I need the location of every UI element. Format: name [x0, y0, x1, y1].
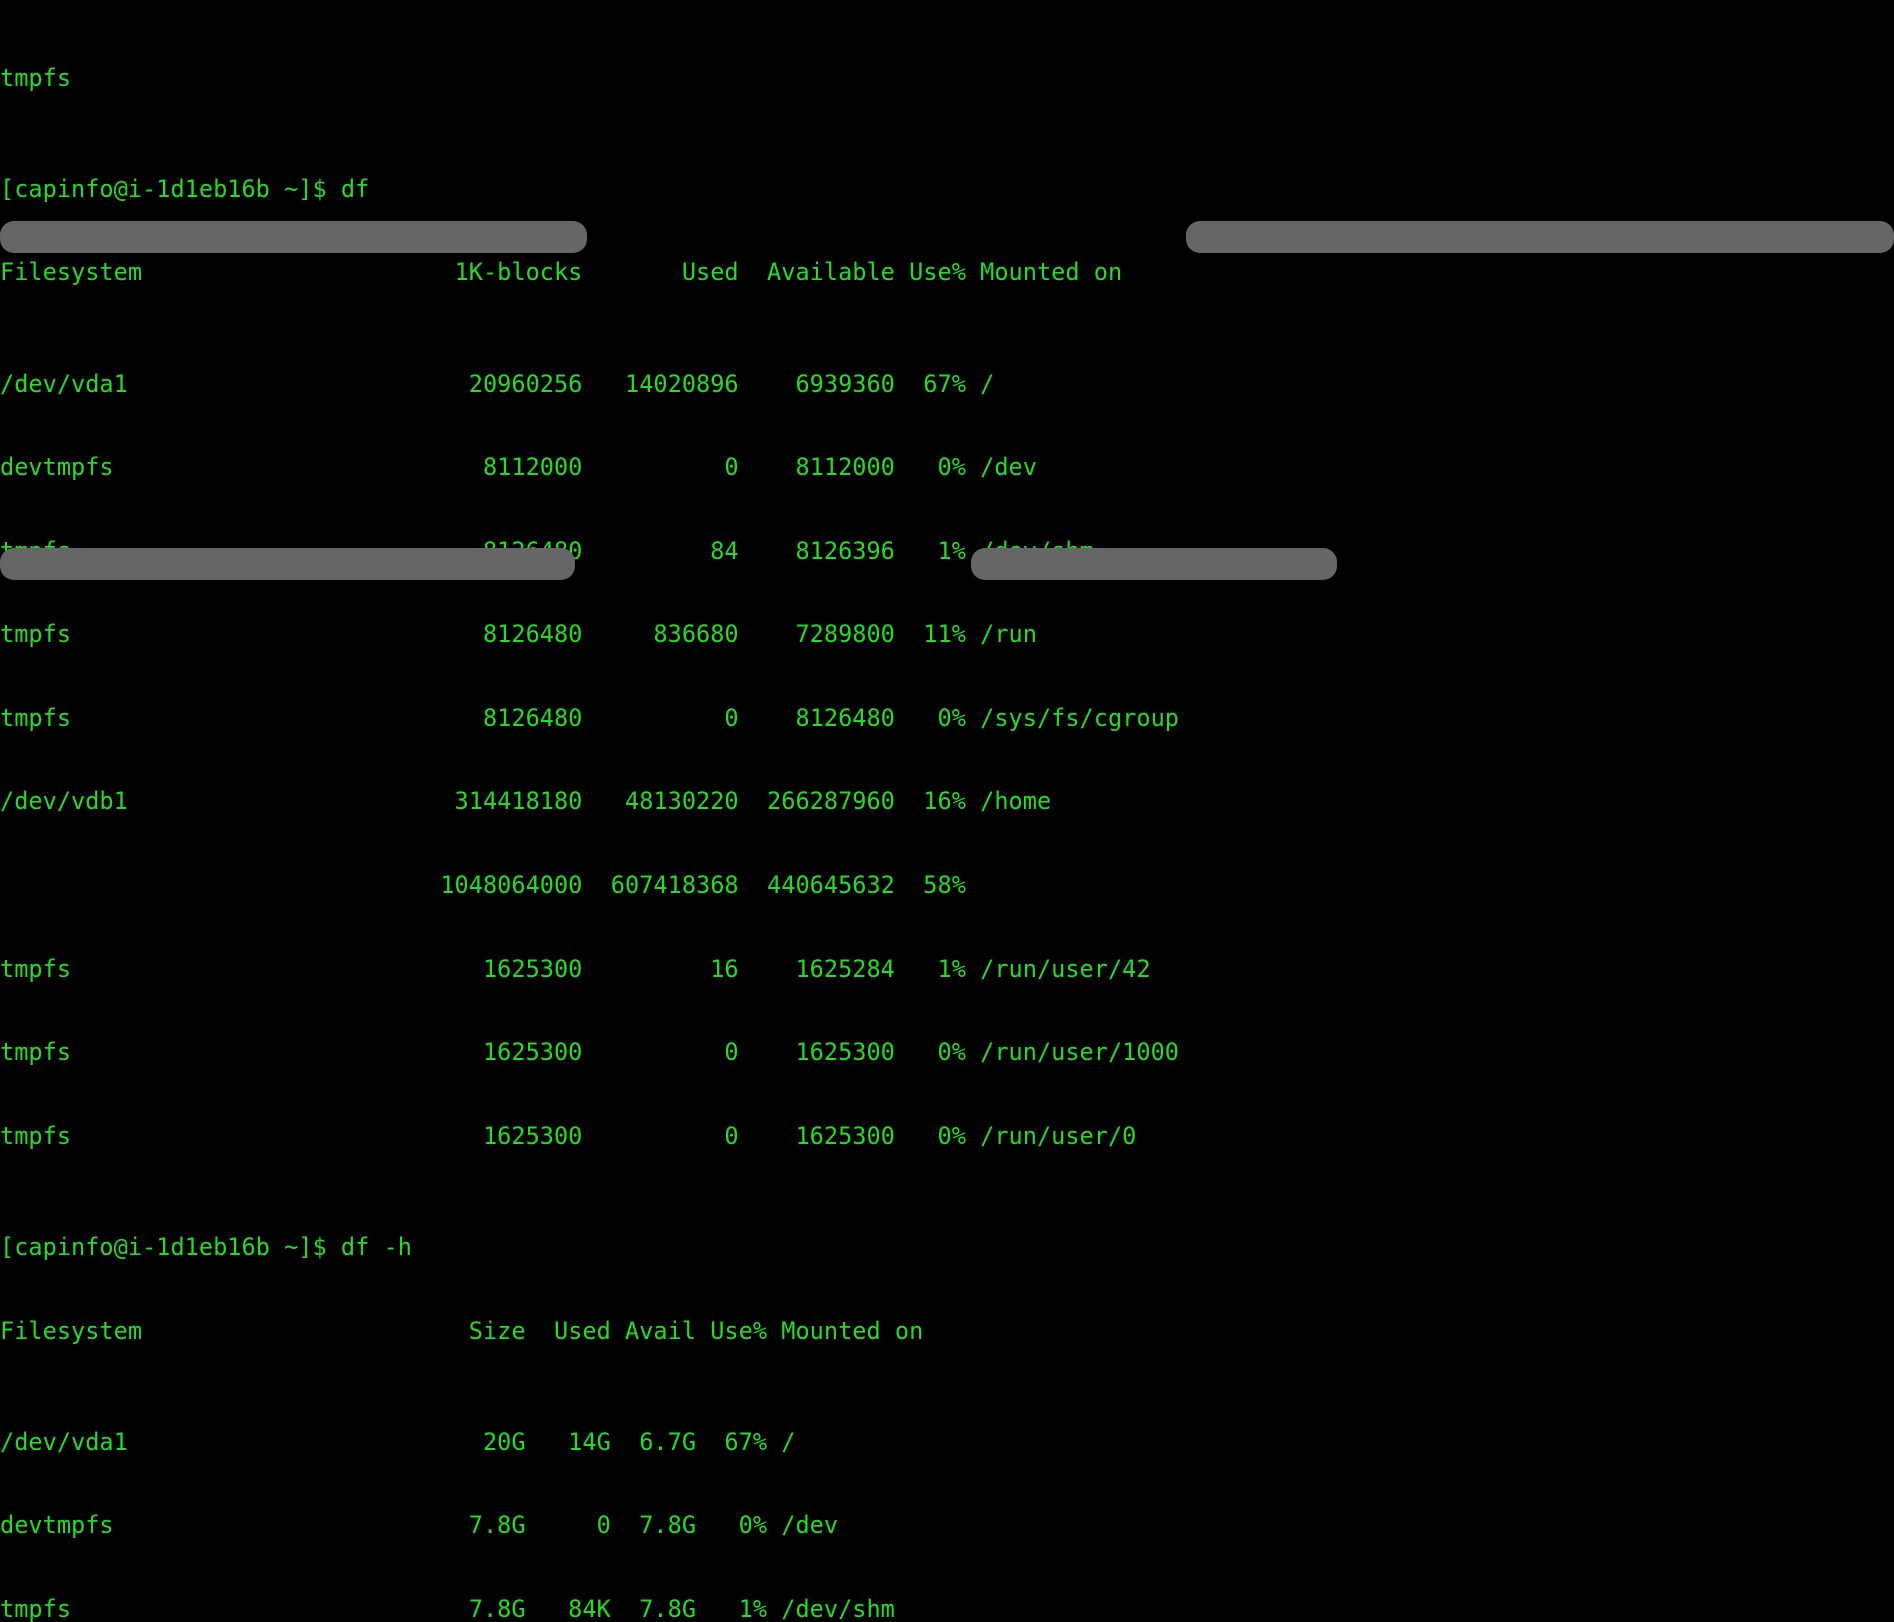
dfh-table-header: Filesystem Size Used Avail Use% Mounted … — [0, 1316, 924, 1345]
command-line-df-h: [capinfo@i-1d1eb16b ~]$ df -h — [0, 1232, 412, 1261]
terminal-window[interactable]: tmpfs [capinfo@i-1d1eb16b ~]$ df Filesys… — [0, 0, 1894, 1622]
df-row: tmpfs 1625300 16 1625284 1% /run/user/42 — [0, 954, 1151, 983]
df-row-redacted: 1048064000 607418368 440645632 58% — [0, 871, 981, 899]
dfh-row: tmpfs 7.8G 84K 7.8G 1% /dev/shm — [0, 1594, 895, 1622]
df-row: tmpfs 8126480 836680 7289800 11% /run — [0, 620, 1037, 649]
df-row: tmpfs 8126480 0 8126480 0% /sys/fs/cgrou… — [0, 703, 1179, 732]
dfh-row: /dev/vda1 20G 14G 6.7G 67% / — [0, 1427, 796, 1456]
dfh-row: devtmpfs 7.8G 0 7.8G 0% /dev — [0, 1511, 839, 1540]
df-row: /dev/vda1 20960256 14020896 6939360 67% … — [0, 369, 995, 398]
command-line-df: [capinfo@i-1d1eb16b ~]$ df — [0, 174, 370, 203]
df-row: tmpfs 1625300 0 1625300 0% /run/user/0 — [0, 1121, 1137, 1150]
df-table-header: Filesystem 1K-blocks Used Available Use%… — [0, 258, 1123, 287]
terminal-screen: tmpfs [capinfo@i-1d1eb16b ~]$ df Filesys… — [0, 0, 1894, 1622]
df-row: /dev/vdb1 314418180 48130220 266287960 1… — [0, 787, 1052, 816]
df-row: devtmpfs 8112000 0 8112000 0% /dev — [0, 453, 1037, 482]
df-row: tmpfs 1625300 0 1625300 0% /run/user/100… — [0, 1038, 1179, 1067]
scrollback-line: tmpfs — [0, 63, 72, 92]
df-row: tmpfs 8126480 84 8126396 1% /dev/shm — [0, 536, 1094, 565]
